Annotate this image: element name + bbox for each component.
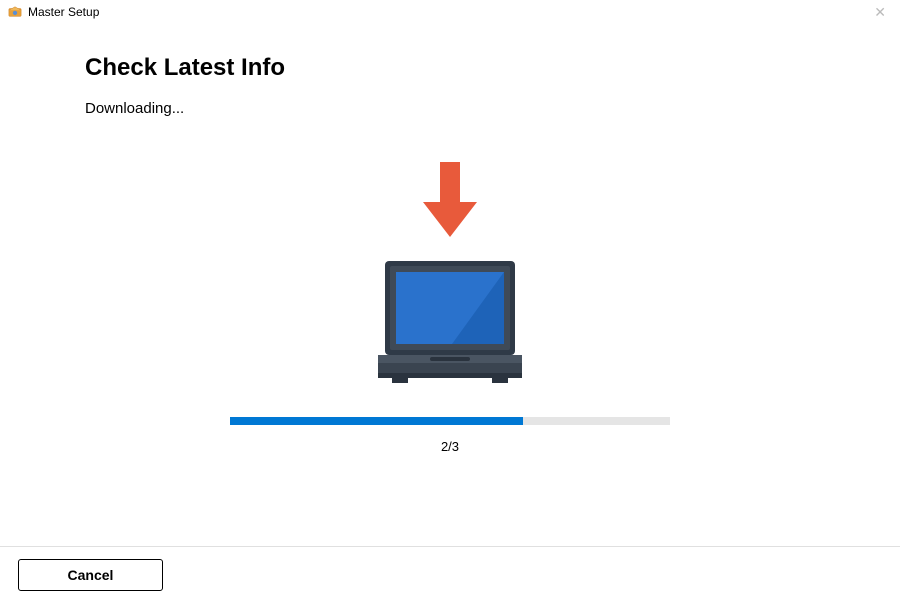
progress-fill — [230, 417, 523, 425]
footer: Cancel — [0, 546, 900, 603]
titlebar: Master Setup ✕ — [0, 0, 900, 24]
content-area: Check Latest Info Downloading... — [0, 24, 900, 454]
window-title: Master Setup — [28, 5, 99, 19]
progress-container: 2/3 — [85, 417, 815, 454]
laptop-icon — [350, 257, 550, 387]
download-arrow-icon — [415, 157, 485, 247]
titlebar-left: Master Setup — [8, 5, 99, 19]
app-icon — [8, 5, 22, 19]
cancel-button[interactable]: Cancel — [18, 559, 163, 591]
status-text: Downloading... — [85, 100, 815, 117]
download-illustration — [85, 157, 815, 387]
progress-label: 2/3 — [441, 439, 459, 454]
page-heading: Check Latest Info — [85, 54, 815, 82]
progress-bar — [230, 417, 670, 425]
close-icon: ✕ — [868, 4, 892, 21]
